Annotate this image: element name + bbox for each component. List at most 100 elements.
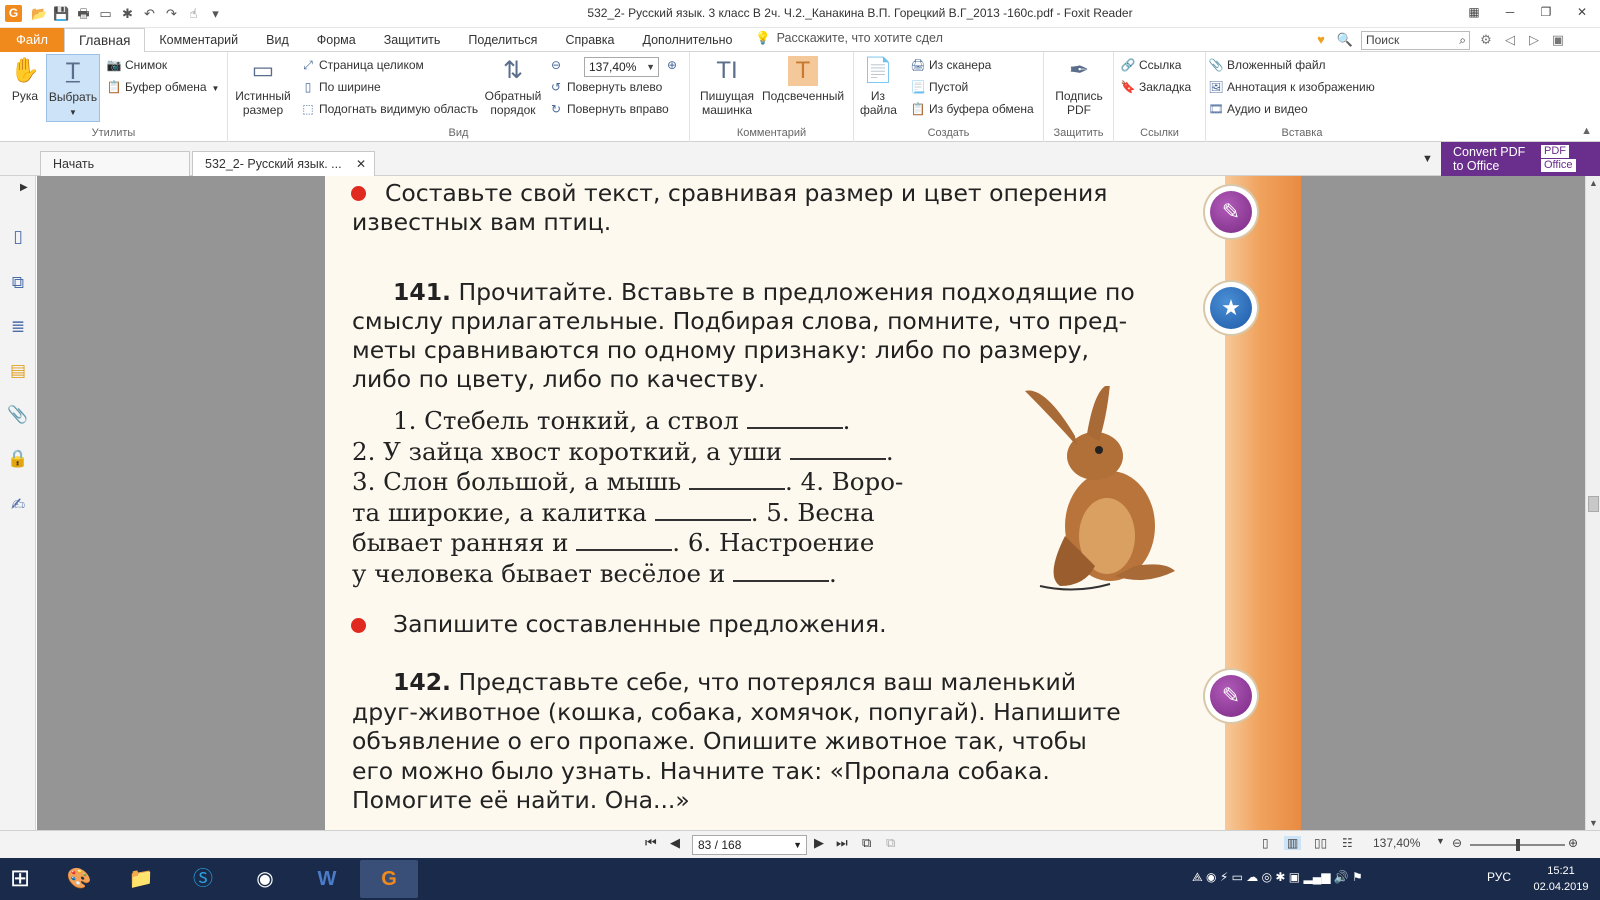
tell-me-box[interactable]: 💡 Расскажите, что хотите сдел — [755, 31, 943, 46]
tab-extra[interactable]: Дополнительно — [629, 28, 747, 52]
zoom-out-button[interactable]: ⊖ — [548, 56, 567, 74]
audio-video-button[interactable]: 🎞 Аудио и видео — [1208, 100, 1307, 118]
tab-share[interactable]: Поделиться — [454, 28, 551, 52]
bookmark-button[interactable]: 🔖 Закладка — [1120, 78, 1192, 96]
zoom-in-button[interactable]: ⊕ — [664, 56, 683, 74]
heart-icon[interactable]: ♥ — [1312, 30, 1330, 50]
zoom-slider-handle[interactable] — [1516, 839, 1520, 851]
prev-page-icon[interactable]: ◀ — [670, 835, 680, 851]
expand-panel-icon[interactable]: ▶ — [20, 182, 28, 193]
ribbon-options-icon[interactable]: ▦ — [1456, 0, 1492, 24]
attach-file-button[interactable]: 📎 Вложенный файл — [1208, 56, 1326, 74]
zoom-input[interactable]: 137,40% ▼ — [584, 57, 659, 77]
minimize-icon[interactable]: ─ — [1492, 0, 1528, 24]
blank-button[interactable]: 📃 Пустой — [910, 78, 969, 96]
tab-view[interactable]: Вид — [252, 28, 303, 52]
menu-file[interactable]: Файл — [0, 28, 64, 52]
scroll-down-icon[interactable]: ▼ — [1589, 818, 1598, 828]
language-indicator[interactable]: РУС — [1487, 870, 1511, 884]
tab-start[interactable]: Начать — [40, 151, 190, 176]
foxit-reader-icon[interactable]: G — [360, 860, 418, 898]
page-number-input[interactable]: 83 / 168 ▼ — [692, 835, 807, 855]
fit-visible-button[interactable]: ⬚ Подогнать видимую область — [300, 100, 478, 118]
highlight-button[interactable]: T Подсвеченный — [758, 56, 848, 103]
status-zoom-in-icon[interactable]: ⊕ — [1568, 836, 1578, 850]
hand-button[interactable]: ✋ Рука — [6, 56, 44, 103]
menubar-icons-right: ⚙ ◁ ▷ ▣ — [1478, 30, 1566, 50]
chrome-icon[interactable]: ◉ — [236, 860, 294, 898]
zoom-menu-dropdown-icon[interactable]: ▼ — [1436, 836, 1445, 846]
close-tab-icon[interactable]: ✕ — [356, 152, 366, 176]
continuous-facing-icon[interactable]: ☷ — [1342, 836, 1353, 850]
tab-home[interactable]: Главная — [64, 28, 146, 53]
from-clipboard-button[interactable]: 📋 Из буфера обмена — [910, 100, 1034, 118]
from-file-button[interactable]: 📄 Из файла — [860, 56, 897, 117]
layers-icon[interactable]: ≣ — [7, 316, 29, 338]
restore-icon[interactable]: ❐ — [1528, 0, 1564, 24]
search-icon[interactable]: ⌕ — [1459, 32, 1466, 49]
reverse-order-button[interactable]: ⇅ Обратный порядок — [482, 56, 544, 117]
rotate-left-button[interactable]: ↺ Повернуть влево — [548, 78, 662, 96]
snapshot-button[interactable]: 📷 Снимок — [106, 56, 168, 74]
single-page-icon[interactable]: ▯ — [1262, 836, 1269, 850]
zoom-dropdown-icon[interactable]: ▼ — [646, 58, 655, 76]
vertical-scrollbar[interactable]: ▲ ▼ — [1585, 176, 1600, 830]
page-dropdown-icon[interactable]: ▼ — [793, 836, 802, 854]
tab-form[interactable]: Форма — [303, 28, 370, 52]
first-page-icon[interactable]: ⏮ — [645, 835, 657, 851]
tab-comment[interactable]: Комментарий — [145, 28, 252, 52]
next-page-icon[interactable]: ▶ — [814, 835, 824, 851]
word-icon[interactable]: W — [298, 860, 356, 898]
link-button[interactable]: 🔗 Ссылка — [1120, 56, 1182, 74]
fit-page-button[interactable]: ⤢ Страница целиком — [300, 56, 424, 74]
fit-page-icon: ⤢ — [303, 58, 313, 72]
zoom-level[interactable]: 137,40% — [1373, 836, 1420, 850]
status-zoom-out-icon[interactable]: ⊖ — [1452, 836, 1462, 850]
account-icon[interactable]: ▣ — [1550, 30, 1566, 50]
image-annotation-button[interactable]: 🖼 Аннотация к изображению — [1208, 78, 1374, 96]
actual-size-button[interactable]: ▭ Истинный размер — [234, 56, 292, 117]
signature-icon[interactable]: ✍ — [7, 494, 29, 516]
search-input[interactable]: Поиск ⌕ — [1361, 31, 1470, 50]
taskbar-app-icon[interactable]: 🎨 — [50, 860, 108, 898]
convert-pdf-banner[interactable]: Convert PDF to Office PDF Office — [1441, 142, 1600, 176]
tab-help[interactable]: Справка — [551, 28, 628, 52]
skype-icon[interactable]: Ⓢ — [174, 860, 232, 898]
settings-icon[interactable]: ⚙ — [1478, 30, 1494, 50]
fit-width-button[interactable]: ▯ По ширине — [300, 78, 381, 96]
clipboard-button[interactable]: 📋 Буфер обмена ▼ — [106, 78, 220, 98]
taskbar-clock[interactable]: 15:21 02.04.2019 — [1531, 863, 1591, 895]
exercise-142-line-5: Помогите её найти. Она...» — [352, 786, 690, 814]
scroll-thumb[interactable] — [1588, 496, 1599, 512]
back-arrow-icon[interactable]: ◁ — [1502, 30, 1518, 50]
find-icon[interactable]: 🔍 — [1336, 30, 1354, 50]
tray-icons[interactable]: ⟁ ◉ ⚡ ▭ ☁ ◎ ✱ ▣ ▂▄▆ 🔊 ⚑ — [1192, 870, 1363, 885]
pages-icon[interactable]: ▯ — [7, 226, 29, 248]
collapse-ribbon-icon[interactable]: ▲ — [1581, 125, 1592, 137]
actual-size-icon: ▭ — [251, 57, 275, 84]
scroll-up-icon[interactable]: ▲ — [1589, 178, 1598, 188]
last-page-icon[interactable]: ⏭ — [836, 835, 848, 851]
previous-view-icon[interactable]: ⧉ — [862, 835, 871, 851]
close-icon[interactable]: ✕ — [1564, 0, 1600, 24]
file-explorer-icon[interactable]: 📁 — [112, 860, 170, 898]
select-button[interactable]: T̲ Выбрать ▼ — [46, 54, 100, 122]
sentence-1: 1. Стебель тонкий, а ствол . — [393, 406, 851, 435]
facing-page-icon[interactable]: ▯▯ — [1314, 836, 1327, 850]
blank-line — [789, 458, 886, 460]
sign-pdf-button[interactable]: ✒ Подпись PDF — [1049, 56, 1109, 117]
from-scanner-button[interactable]: 🖨 Из сканера — [910, 56, 991, 74]
windows-start-icon[interactable]: ⊞ — [6, 866, 34, 892]
security-lock-icon[interactable]: 🔒 — [7, 448, 29, 470]
tab-list-dropdown-icon[interactable]: ▼ — [1422, 153, 1433, 165]
rotate-right-button[interactable]: ↻ Повернуть вправо — [548, 100, 669, 118]
attachments-icon[interactable]: 📎 — [7, 404, 29, 426]
typewriter-button[interactable]: TI Пишущая машинка — [698, 56, 756, 117]
thumbnails-icon[interactable]: ⧉ — [7, 272, 29, 294]
forward-arrow-icon[interactable]: ▷ — [1526, 30, 1542, 50]
tab-protect[interactable]: Защитить — [370, 28, 455, 52]
tab-document[interactable]: 532_2- Русский язык. ... ✕ — [192, 151, 375, 176]
continuous-page-icon[interactable]: ▥ — [1284, 836, 1302, 850]
comments-icon[interactable]: ▤ — [7, 360, 29, 382]
next-view-icon[interactable]: ⧉ — [886, 835, 895, 851]
